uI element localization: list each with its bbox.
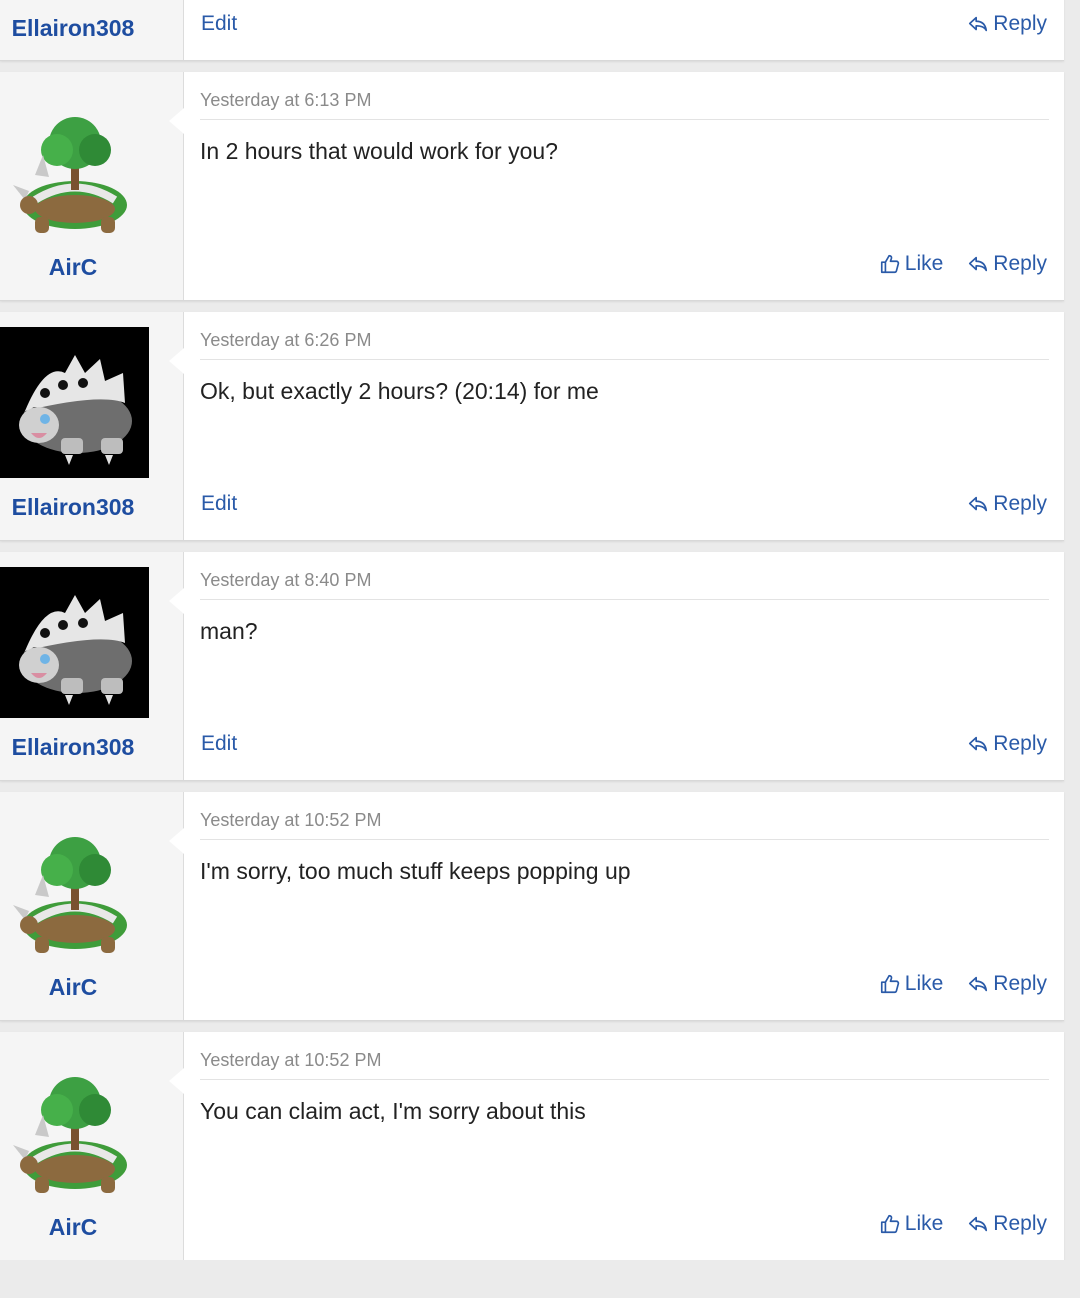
post-user-panel: Ellairon308 (0, 0, 184, 60)
torterra-avatar-icon (12, 116, 127, 233)
edit-link[interactable]: Edit (201, 492, 237, 516)
reply-label: Reply (993, 732, 1047, 755)
avatar[interactable] (0, 99, 149, 250)
thumbs-up-icon (880, 974, 899, 994)
post-timestamp[interactable]: Yesterday at 8:40 PM (200, 570, 1049, 600)
avatar[interactable] (0, 567, 149, 718)
like-button[interactable]: Like (879, 252, 944, 276)
post-user-panel: Ellairon308 (0, 552, 184, 780)
reply-icon (969, 1216, 988, 1232)
reply-icon (969, 16, 988, 32)
lairon-avatar-icon (18, 594, 132, 705)
reply-label: Reply (993, 1212, 1047, 1235)
reply-icon (969, 976, 988, 992)
username-link[interactable]: AirC (0, 1214, 146, 1241)
username-link[interactable]: Ellairon308 (0, 494, 146, 521)
post-pointer (169, 828, 184, 854)
post-user-panel: AirC (0, 1032, 184, 1260)
lairon-avatar-icon (18, 354, 132, 465)
post-timestamp[interactable]: Yesterday at 10:52 PM (200, 1050, 1049, 1080)
post-body: Edit Reply (184, 0, 1064, 60)
post-timestamp[interactable]: Yesterday at 6:26 PM (200, 330, 1049, 360)
edit-link[interactable]: Edit (201, 12, 237, 36)
avatar[interactable] (0, 327, 149, 478)
post: AirC Yesterday at 6:13 PM In 2 hours tha… (0, 72, 1064, 301)
post-actions: Like Reply (879, 972, 1047, 996)
reply-button[interactable]: Reply (967, 252, 1047, 276)
post-actions: Reply (967, 12, 1047, 36)
reply-label: Reply (993, 492, 1047, 515)
avatar[interactable] (0, 1059, 149, 1210)
post: Ellairon308 Yesterday at 8:40 PM man? Ed… (0, 552, 1064, 781)
username-link[interactable]: AirC (0, 974, 146, 1001)
post: AirC Yesterday at 10:52 PM You can claim… (0, 1032, 1064, 1261)
username-link[interactable]: Ellairon308 (0, 734, 146, 761)
like-label: Like (904, 252, 944, 275)
post-body: Yesterday at 8:40 PM man? Edit Reply (184, 552, 1064, 780)
edit-link[interactable]: Edit (201, 732, 237, 756)
post-timestamp[interactable]: Yesterday at 10:52 PM (200, 810, 1049, 840)
post: AirC Yesterday at 10:52 PM I'm sorry, to… (0, 792, 1064, 1021)
reply-icon (969, 496, 988, 512)
post-actions: Reply (967, 732, 1047, 756)
post-body: Yesterday at 6:13 PM In 2 hours that wou… (184, 72, 1064, 300)
reply-button[interactable]: Reply (967, 12, 1047, 36)
like-label: Like (904, 1212, 944, 1235)
thread: Ellairon308 Edit Reply AirC Yesterday at… (0, 0, 1080, 1298)
post-pointer (169, 348, 184, 374)
like-label: Like (904, 972, 944, 995)
reply-icon (969, 736, 988, 752)
reply-label: Reply (993, 12, 1047, 35)
post-body: Yesterday at 10:52 PM I'm sorry, too muc… (184, 792, 1064, 1020)
reply-label: Reply (993, 252, 1047, 275)
post-pointer (169, 108, 184, 134)
reply-button[interactable]: Reply (967, 972, 1047, 996)
torterra-avatar-icon (12, 1076, 127, 1193)
post-body: Yesterday at 6:26 PM Ok, but exactly 2 h… (184, 312, 1064, 540)
like-button[interactable]: Like (879, 1212, 944, 1236)
page-footer-gap (0, 1260, 1080, 1298)
post-body: Yesterday at 10:52 PM You can claim act,… (184, 1032, 1064, 1260)
post-message: You can claim act, I'm sorry about this (200, 1098, 586, 1124)
reply-label: Reply (993, 972, 1047, 995)
post-message: I'm sorry, too much stuff keeps popping … (200, 858, 631, 884)
post-user-panel: Ellairon308 (0, 312, 184, 540)
reply-icon (969, 256, 988, 272)
torterra-avatar-icon (12, 836, 127, 953)
reply-button[interactable]: Reply (967, 492, 1047, 516)
username-link[interactable]: AirC (0, 254, 146, 281)
post-timestamp[interactable]: Yesterday at 6:13 PM (200, 90, 1049, 120)
post-actions: Like Reply (879, 252, 1047, 276)
post-user-panel: AirC (0, 792, 184, 1020)
avatar[interactable] (0, 819, 149, 970)
post-user-panel: AirC (0, 72, 184, 300)
reply-button[interactable]: Reply (967, 732, 1047, 756)
post-message: Ok, but exactly 2 hours? (20:14) for me (200, 378, 599, 404)
like-button[interactable]: Like (879, 972, 944, 996)
post-pointer (169, 588, 184, 614)
post-message: man? (200, 618, 258, 644)
reply-button[interactable]: Reply (967, 1212, 1047, 1236)
post-pointer (169, 1068, 184, 1094)
post-actions: Reply (967, 492, 1047, 516)
thumbs-up-icon (880, 254, 899, 274)
username-link[interactable]: Ellairon308 (0, 15, 146, 42)
post: Ellairon308 Yesterday at 6:26 PM Ok, but… (0, 312, 1064, 541)
post-actions: Like Reply (879, 1212, 1047, 1236)
post-message: In 2 hours that would work for you? (200, 138, 558, 164)
thumbs-up-icon (880, 1214, 899, 1234)
post: Ellairon308 Edit Reply (0, 0, 1064, 61)
